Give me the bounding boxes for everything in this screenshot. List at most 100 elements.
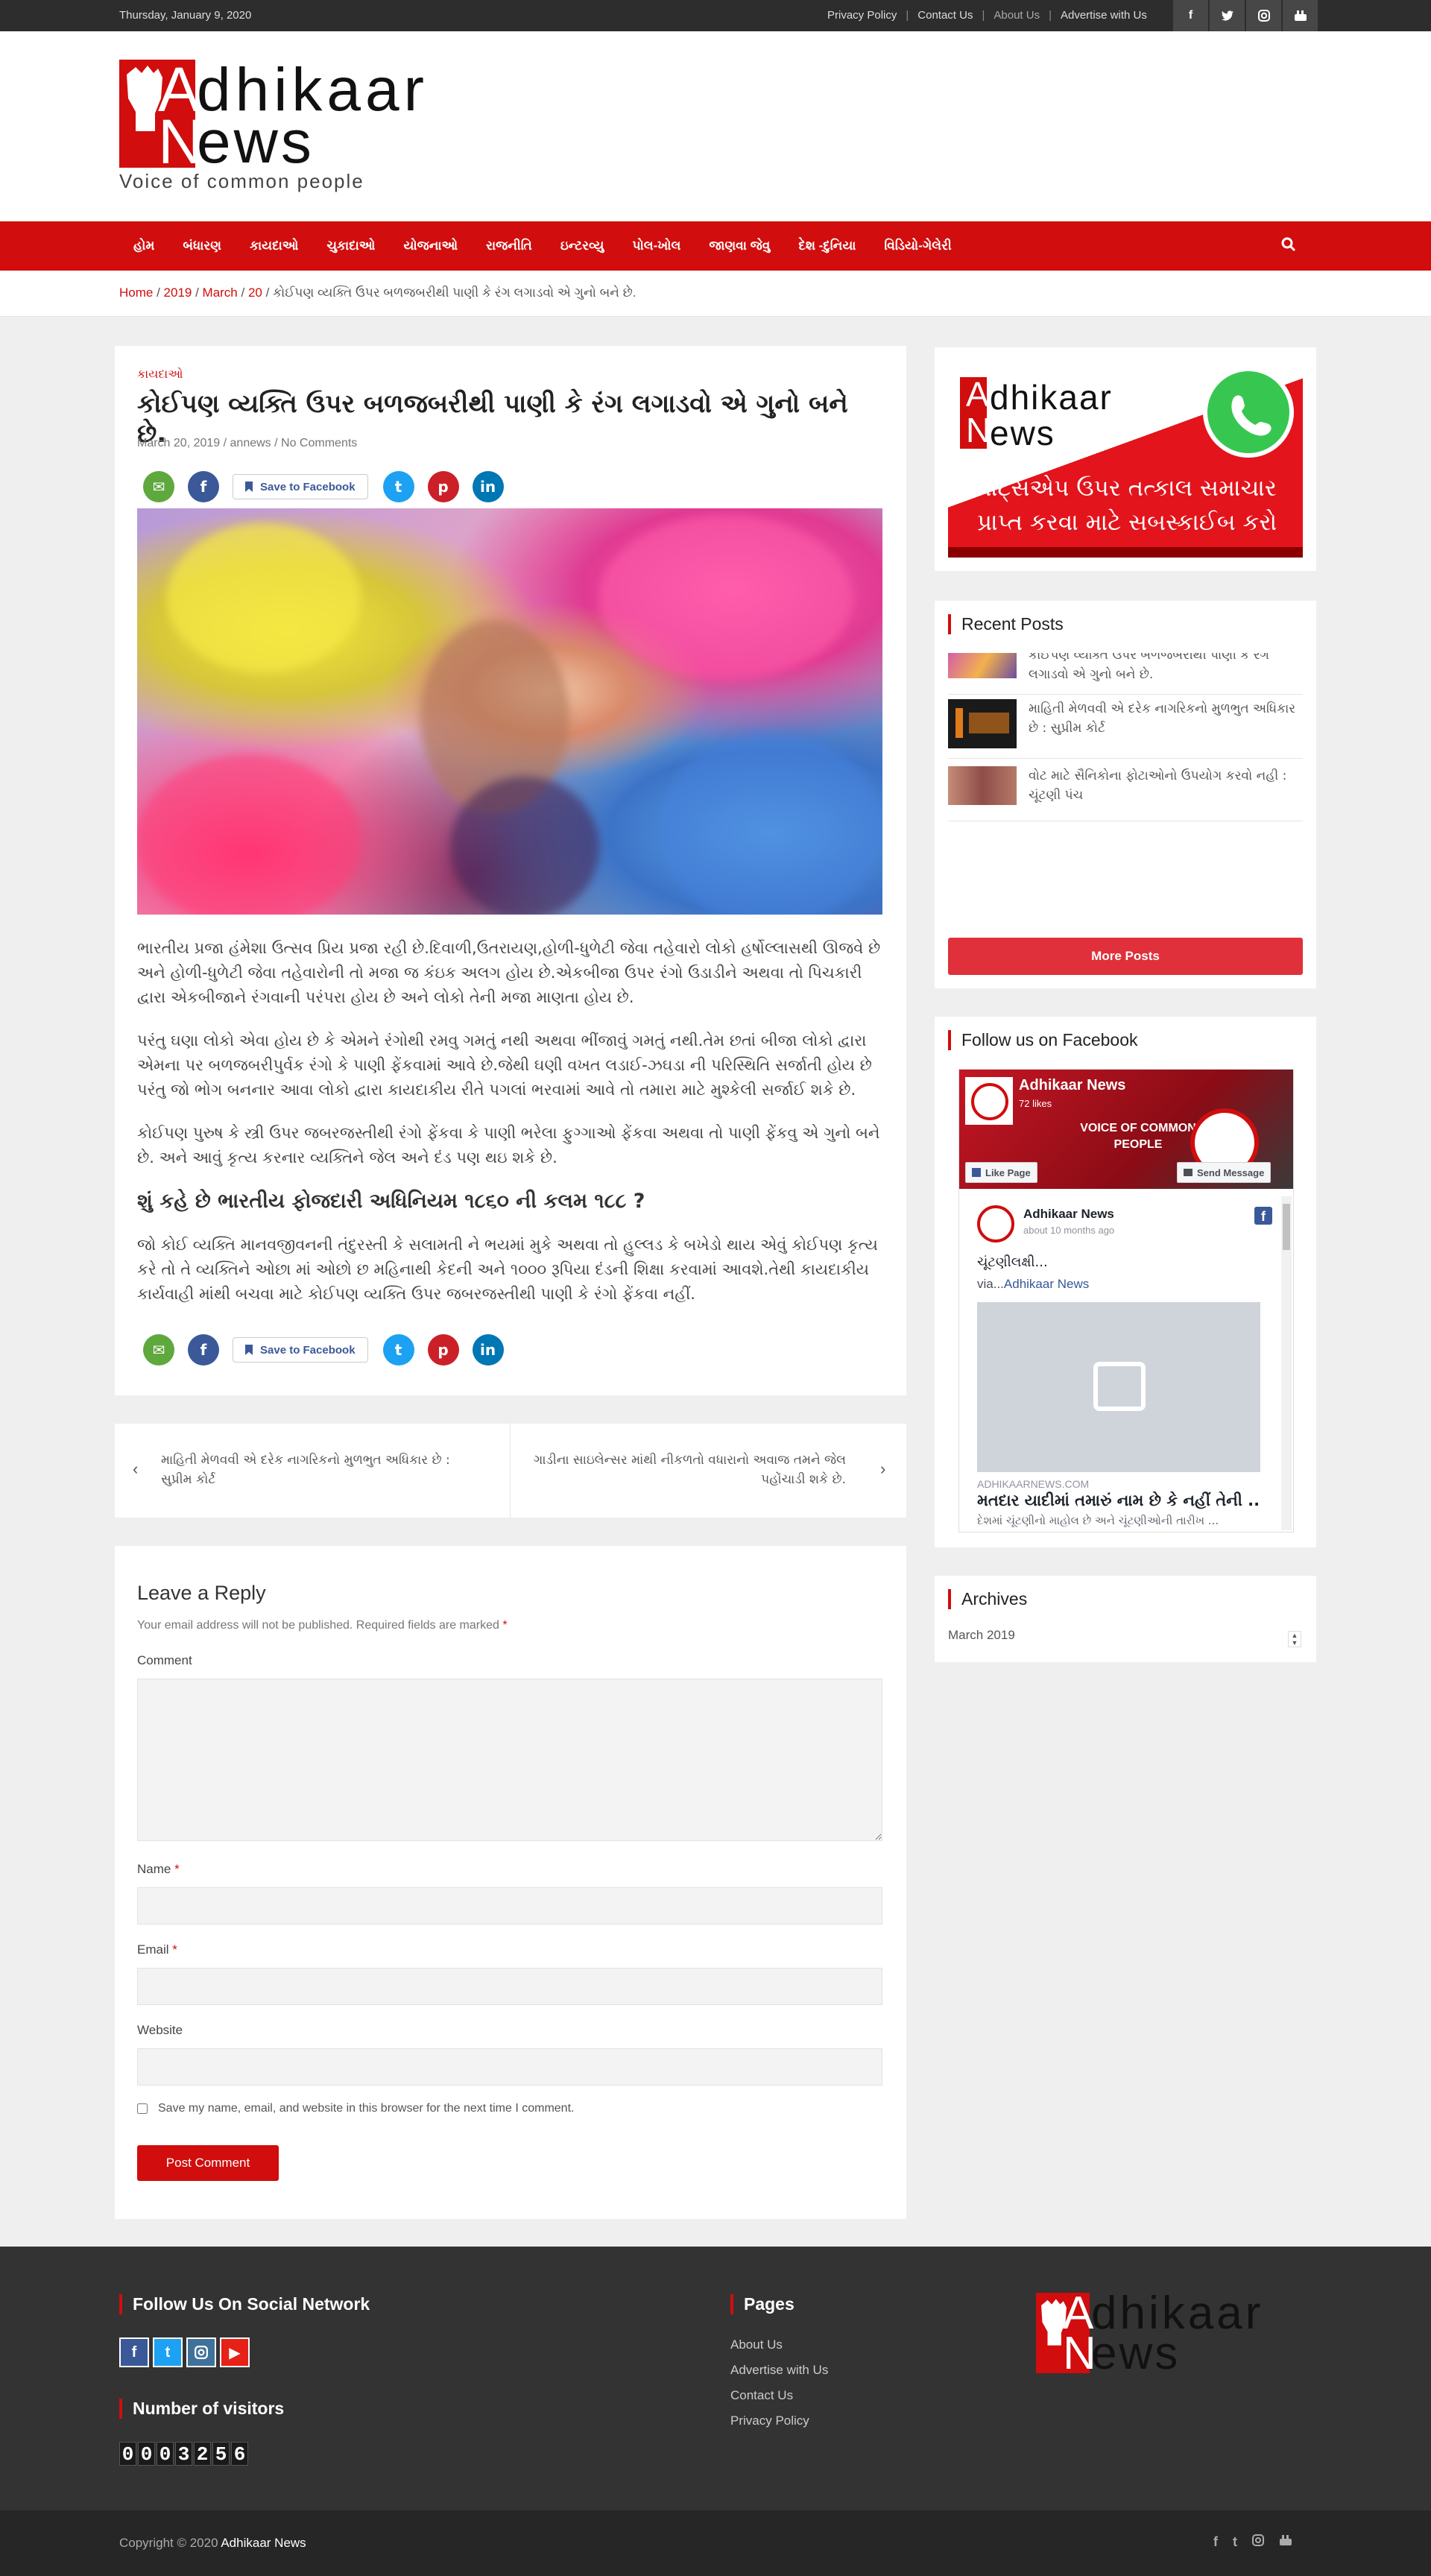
email-input[interactable] [137,1968,882,2005]
next-post-link[interactable]: ગાડીના સાઇલેન્સર માંથી નીકળતો વધારાનો અવ… [511,1424,906,1518]
footer-logo[interactable]: A N dhikaar ews [1036,2288,1319,2379]
breadcrumb-year[interactable]: 2019 [164,285,192,300]
twitter-icon[interactable]: t [153,2337,183,2367]
whatsapp-banner-text: વૉટ્સએપ ઉપર તત્કાલ સમાચાર પ્રાપ્ત કરવા મ… [976,475,1277,536]
website-label: Website [137,2023,183,2037]
twitter-icon[interactable] [1210,0,1245,31]
article-author[interactable]: annews [230,437,271,449]
facebook-icon[interactable]: f [188,1334,219,1366]
main-nav: હોમ બંધારણ કાયદાઓ ચુકાદાઓ યોજનાઓ રાજનીતિ… [0,221,1431,271]
footer-link-privacy[interactable]: Privacy Policy [730,2414,809,2428]
facebook-post-image[interactable] [977,1302,1260,1472]
pinterest-icon[interactable]: p [427,1334,459,1366]
facebook-post-avatar[interactable] [977,1205,1014,1243]
breadcrumb-month[interactable]: March [203,285,238,300]
nav-laws[interactable]: કાયદાઓ [236,239,312,253]
recent-post-item[interactable]: વોટ માટે સૈનિકોના ફોટાઓનો ઉપયોગ કરવો નહી… [948,766,1303,821]
pinterest-icon[interactable]: p [427,471,459,502]
recent-posts-list: કોઈપણ વ્યક્તિ ઉપર બળજબરીથી પાણી કે રંગ લ… [935,653,1316,877]
nav-knowledge[interactable]: જાણવા જેવુ [695,239,784,253]
nav-home[interactable]: હોમ [119,239,168,253]
recent-posts-widget: Recent Posts કોઈપણ વ્યક્તિ ઉપર બળજબરીથી … [935,601,1316,988]
send-message-button[interactable]: Send Message [1177,1162,1272,1183]
instagram-icon[interactable] [1246,0,1281,31]
facebook-icon[interactable]: f [1254,1207,1272,1225]
nav-constitution[interactable]: બંધારણ [168,239,236,253]
recent-post-item[interactable]: માહિતી મેળવવી એ દરેક નાગરિકનો મુળભુત અધિ… [948,699,1303,759]
facebook-icon[interactable]: f [188,471,219,502]
email-icon[interactable]: ✉ [143,1334,174,1366]
site-logo[interactable]: A N dhikaar ews Voice of common people [119,54,492,192]
breadcrumb-home[interactable]: Home [119,285,153,300]
footer-link-contact[interactable]: Contact Us [730,2388,793,2403]
instagram-icon[interactable] [186,2337,216,2367]
youtube-icon[interactable] [1279,2534,1292,2550]
breadcrumb-day[interactable]: 20 [248,285,262,300]
article-paragraph-1: ભારતીય પ્રજા હંમેશા ઉત્સવ પ્રિય પ્રજા રહ… [137,939,881,1006]
email-icon[interactable]: ✉ [143,471,174,502]
article-date: March 20, 2019 [137,437,221,449]
nav-video-gallery[interactable]: વિડિયો-ગેલેરી [870,239,965,253]
facebook-page-avatar[interactable] [965,1077,1013,1125]
footer-link-advertise[interactable]: Advertise with Us [730,2363,828,2378]
linkedin-icon[interactable]: in [472,1334,504,1366]
twitter-icon[interactable]: t [1233,2534,1237,2550]
visitors-title: Number of visitors [119,2399,284,2419]
footer-link-about[interactable]: About Us [730,2337,783,2352]
site-footer: Follow Us On Social Network f t ▶ Number… [0,2247,1431,2510]
twitter-icon[interactable]: t [382,1334,414,1366]
post-comment-button[interactable]: Post Comment [137,2145,279,2181]
facebook-post-text: ચૂંટણીલક્ષી... [977,1254,1048,1270]
logo-tagline: Voice of common people [119,170,364,192]
about-us-link[interactable]: About Us [994,9,1040,22]
whatsapp-subscribe-banner[interactable]: A N dhikaar ews વૉટ્સએપ ઉપર તત્કાલ સમાચા… [948,361,1303,558]
previous-post-link[interactable]: ‹ માહિતી મેળવવી એ દરેક નાગરિકનો મુળભુત અ… [115,1424,511,1518]
save-to-facebook-button[interactable]: Save to Facebook [233,474,368,499]
facebook-icon[interactable]: f [1213,2534,1218,2550]
current-date: Thursday, January 9, 2020 [119,9,252,22]
linkedin-icon[interactable]: in [472,471,504,502]
save-info-checkbox[interactable] [137,2103,148,2114]
youtube-icon[interactable]: ▶ [220,2337,250,2367]
more-posts-button[interactable]: More Posts [948,938,1303,975]
instagram-icon[interactable] [1252,2534,1264,2550]
facebook-post-via: via...Adhikaar News [977,1277,1090,1291]
facebook-icon[interactable]: f [1173,0,1208,31]
advertise-link[interactable]: Advertise with Us [1061,9,1147,22]
like-page-button[interactable]: Like Page [965,1162,1037,1183]
youtube-icon[interactable] [1283,0,1318,31]
save-to-facebook-button[interactable]: Save to Facebook [233,1337,368,1363]
archives-widget: Archives March 2019 ▲ ▼ [935,1576,1316,1662]
nav-schemes[interactable]: યોજનાઓ [389,239,472,253]
reply-title: Leave a Reply [137,1582,266,1604]
article-category[interactable]: કાયદાઓ [137,368,183,382]
copyright-site-link[interactable]: Adhikaar News [221,2536,306,2550]
recent-post-item[interactable]: કોઈપણ વ્યક્તિ ઉપર બળજબરીથી પાણી કે રંગ લ… [948,653,1303,695]
contact-us-link[interactable]: Contact Us [917,9,973,22]
comment-textarea[interactable] [137,1679,882,1841]
facebook-scrollbar[interactable] [1281,1196,1292,1530]
facebook-link-headline[interactable]: મતદાર યાદીમાં તમારું નામ છે કે નહીં તેની… [977,1491,1260,1510]
nav-expose[interactable]: પોલ-ખોલ [618,239,695,253]
twitter-icon[interactable]: t [382,471,414,502]
footer-pages-title: Pages [730,2294,795,2314]
facebook-post-time[interactable]: about 10 months ago [1023,1225,1114,1236]
facebook-cover[interactable]: Adhikaar News 72 likes VOICE OF COMMON P… [959,1070,1293,1189]
name-input[interactable] [137,1887,882,1925]
share-bar-top: ✉ f Save to Facebook t p in [143,471,517,502]
facebook-icon[interactable]: f [119,2337,149,2367]
article-comments-link[interactable]: No Comments [281,437,357,449]
name-label: Name * [137,1862,180,1876]
top-bar: Thursday, January 9, 2020 Privacy Policy… [0,0,1431,31]
facebook-page-name[interactable]: Adhikaar News [1019,1077,1125,1094]
facebook-link-description: દેશમાં ચૂંટણીનો માહોલ છે અને ચૂંટણીઓની ત… [977,1514,1219,1527]
nav-world[interactable]: દેશ -દુનિયા [784,239,870,253]
search-icon[interactable] [1280,236,1300,256]
website-input[interactable] [137,2048,882,2086]
archives-select[interactable]: March 2019 ▲ ▼ [948,1628,1303,1650]
nav-politics[interactable]: રાજનીતિ [472,239,546,253]
facebook-post-author[interactable]: Adhikaar News [1023,1207,1114,1222]
nav-judgements[interactable]: ચુકાદાઓ [312,239,389,253]
nav-interview[interactable]: ઇન્ટરવ્યુ [546,239,619,253]
privacy-policy-link[interactable]: Privacy Policy [827,9,897,22]
